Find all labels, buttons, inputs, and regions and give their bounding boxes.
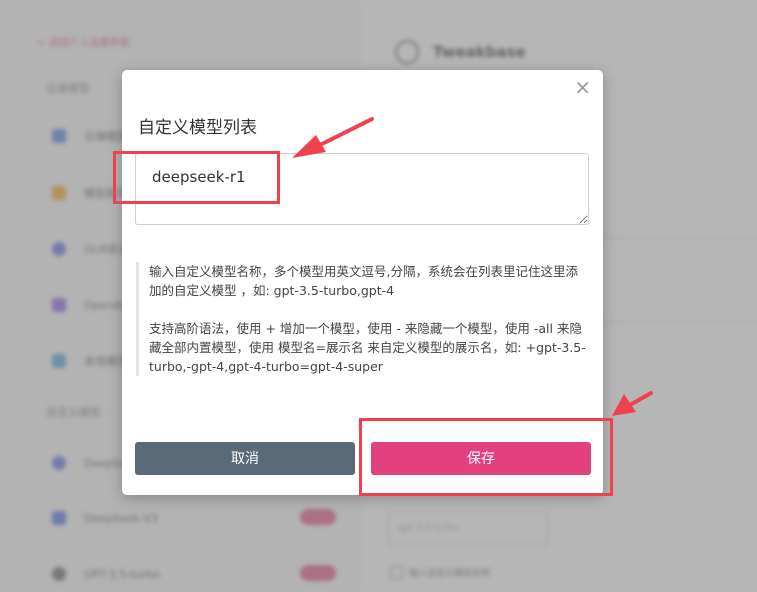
arrow-icon xyxy=(612,391,653,416)
annotation-arrows xyxy=(292,117,653,416)
arrow-icon xyxy=(292,117,374,158)
